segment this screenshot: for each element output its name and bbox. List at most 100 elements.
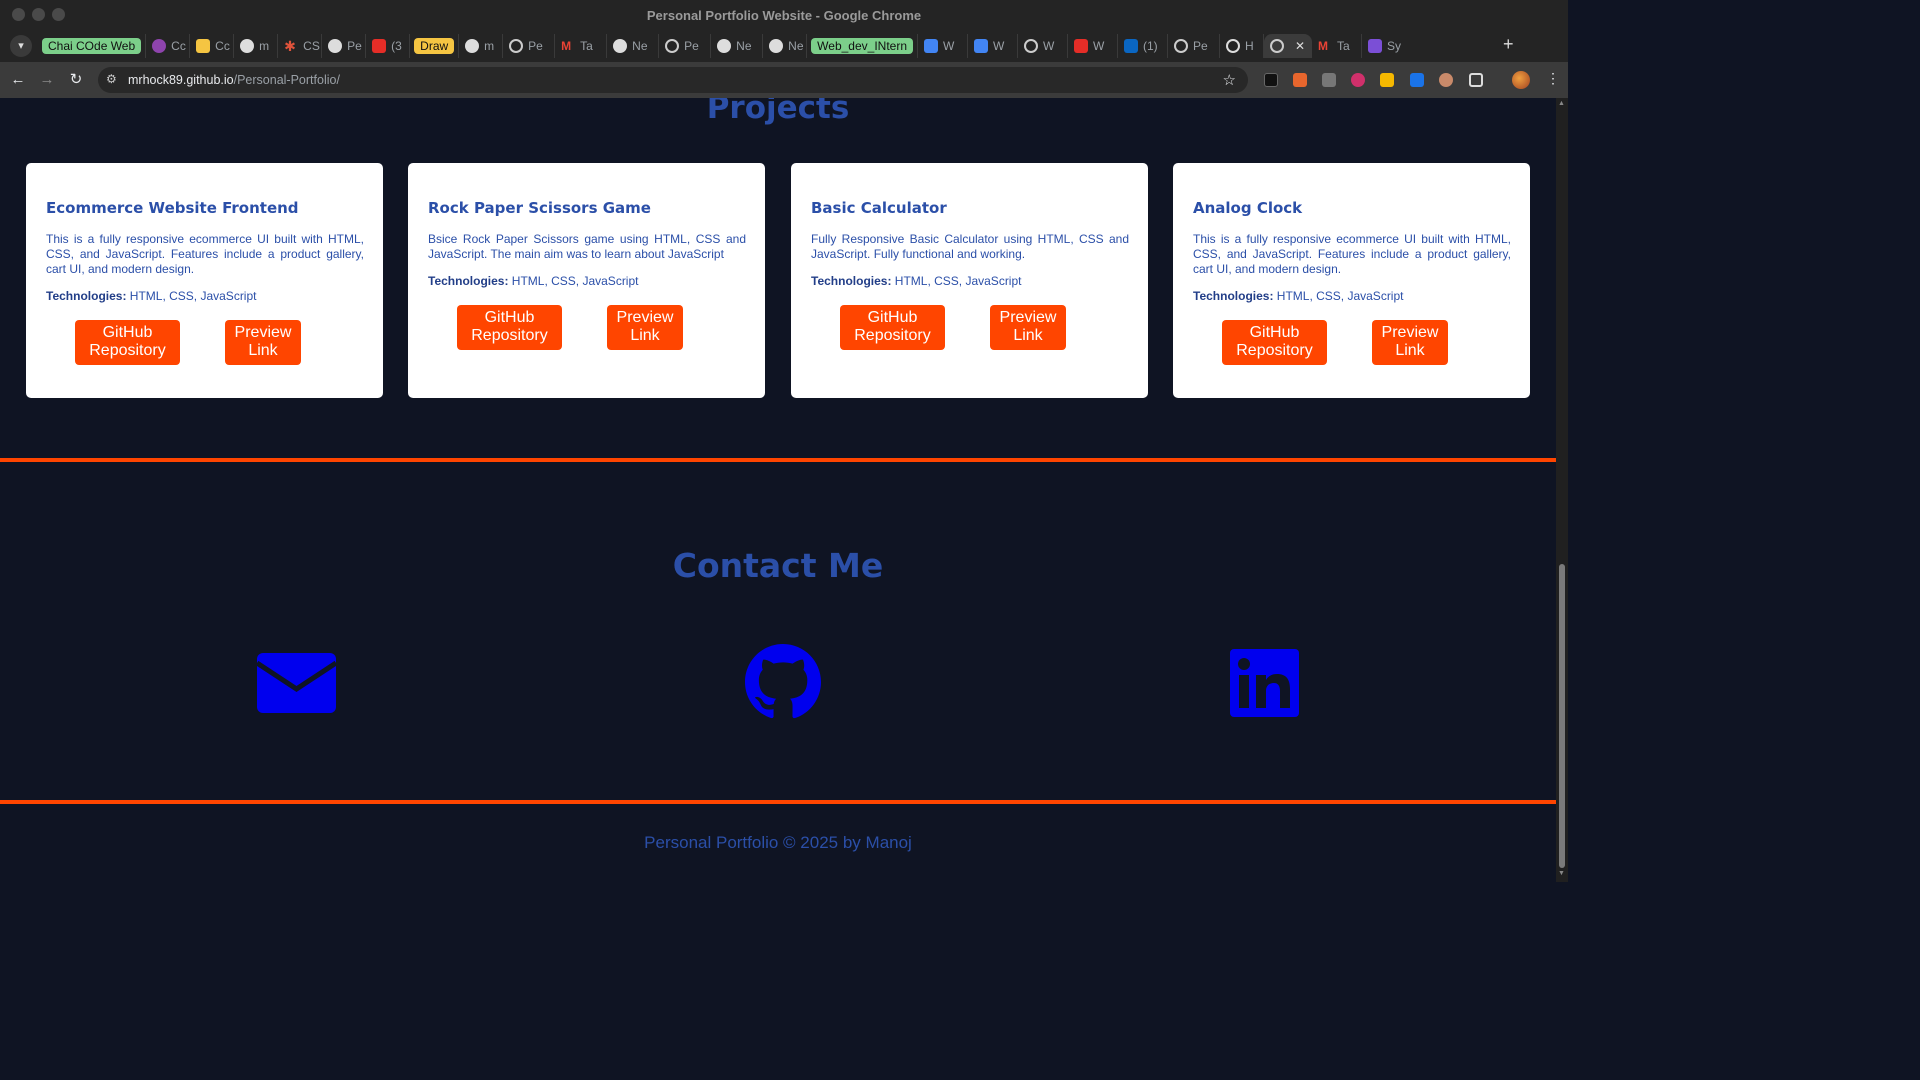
tab-strip: ▾ Chai COde Web Cc Cc m ✱ CS Pe (3 Draw m… [0,30,1568,62]
scroll-down-icon[interactable]: ▼ [1558,870,1565,877]
asterisk-icon: ✱ [284,38,296,54]
envelope-icon[interactable] [255,653,338,718]
footer-divider [0,800,1556,804]
tab[interactable]: Cc [146,34,191,58]
circle-icon [1226,39,1241,53]
github-repository-button[interactable]: GitHub Repository [457,305,562,350]
globe-icon [1024,39,1039,53]
github-icon [465,39,480,53]
youtube-icon [372,39,387,53]
project-card: Basic Calculator Fully Responsive Basic … [791,163,1148,398]
tab[interactable]: m [234,34,279,58]
tab[interactable]: Ne [607,34,660,58]
globe-icon [509,39,524,53]
gmail-icon: M [1318,39,1329,53]
tab-search-button[interactable]: ▾ [10,35,32,57]
preview-link-button[interactable]: Preview Link [225,320,301,365]
gmail-icon: M [561,39,572,53]
scroll-up-icon[interactable]: ▲ [1558,100,1565,107]
project-description: This is a fully responsive ecommerce UI … [46,232,364,276]
github-repository-button[interactable]: GitHub Repository [1222,320,1327,365]
tab[interactable]: Pe [322,34,367,58]
project-technologies: Technologies: HTML, CSS, JavaScript [1193,289,1404,303]
github-icon[interactable] [745,644,821,725]
profile-avatar[interactable] [1512,71,1530,89]
docs-icon [924,39,939,53]
docs-icon [974,39,989,53]
chrome-icon [717,39,732,53]
more-menu-icon[interactable]: ⋮ [1546,70,1560,87]
tab[interactable]: W [1018,34,1069,58]
tab[interactable]: M Ta [1312,34,1363,58]
tab-list: Chai COde Web Cc Cc m ✱ CS Pe (3 Draw m P… [38,34,1408,58]
window-title: Personal Portfolio Website - Google Chro… [646,8,922,23]
project-title: Analog Clock [1193,199,1303,217]
github-icon [328,39,343,53]
tab[interactable]: W [918,34,969,58]
github-repository-button[interactable]: GitHub Repository [840,305,945,350]
tab[interactable]: (1) [1118,34,1169,58]
extension-icon[interactable] [1410,73,1424,87]
tab[interactable]: Pe [503,34,556,58]
tab[interactable]: (3 [366,34,411,58]
address-bar[interactable]: ⚙ mrhock89.github.io/Personal-Portfolio/… [98,67,1248,93]
purple-circle-icon [152,39,167,53]
project-description: This is a fully responsive ecommerce UI … [1193,232,1511,276]
tab-active[interactable]: ✕ [1264,34,1313,58]
youtube-icon [1074,39,1089,53]
extension-icon[interactable] [1264,73,1278,87]
site-info-icon[interactable]: ⚙ [106,72,117,86]
github-repository-button[interactable]: GitHub Repository [75,320,180,365]
section-divider [0,458,1556,462]
puzzle-extensions-icon[interactable] [1469,73,1483,87]
browser-toolbar: ← → ↻ ⚙ mrhock89.github.io/Personal-Port… [0,62,1568,98]
tab[interactable]: Ne [711,34,764,58]
tab[interactable]: W [1068,34,1119,58]
extension-icon[interactable] [1380,73,1394,87]
tab[interactable]: M Ta [555,34,608,58]
preview-link-button[interactable]: Preview Link [607,305,683,350]
tab-group-web-dev-intern[interactable]: Web_dev_INtern [807,34,919,58]
extension-icon[interactable] [1293,73,1307,87]
extension-icon[interactable] [1322,73,1336,87]
tab[interactable]: m [459,34,504,58]
chrome-icon [769,39,784,53]
project-title: Basic Calculator [811,199,947,217]
forward-arrow-icon[interactable]: → [37,70,57,90]
project-technologies: Technologies: HTML, CSS, JavaScript [811,274,1022,288]
tab[interactable]: Sy [1362,34,1408,58]
tab[interactable]: Cc [190,34,235,58]
page-scrollbar[interactable]: ▲ ▼ [1556,98,1568,882]
bookmark-star-icon[interactable]: ☆ [1223,71,1236,89]
close-tab-icon[interactable]: ✕ [1295,39,1305,53]
project-technologies: Technologies: HTML, CSS, JavaScript [428,274,639,288]
chrome-icon [613,39,628,53]
url-text[interactable]: mrhock89.github.io/Personal-Portfolio/ [128,73,340,87]
tab[interactable]: H [1220,34,1265,58]
linkedin-icon[interactable] [1230,649,1299,722]
tab[interactable]: ✱ CS [278,34,323,58]
tab[interactable]: Pe [1168,34,1221,58]
tab-group-draw[interactable]: Draw [410,34,460,58]
new-tab-button[interactable]: + [1503,34,1514,55]
extension-icon[interactable] [1351,73,1365,87]
reload-icon[interactable]: ↻ [66,70,86,90]
preview-link-button[interactable]: Preview Link [1372,320,1448,365]
project-technologies: Technologies: HTML, CSS, JavaScript [46,289,257,303]
project-title: Rock Paper Scissors Game [428,199,651,217]
linkedin-icon [1124,39,1139,53]
openai-icon [1174,39,1189,53]
extension-icon[interactable] [1439,73,1453,87]
github-icon [240,39,255,53]
globe-icon [1270,39,1285,53]
window-titlebar: Personal Portfolio Website - Google Chro… [0,0,1568,30]
project-title: Ecommerce Website Frontend [46,199,299,217]
tab[interactable]: Pe [659,34,712,58]
tab[interactable]: Ne [763,34,808,58]
purple-list-icon [1368,39,1383,53]
tab[interactable]: W [968,34,1019,58]
tab-group-chai-code[interactable]: Chai COde Web [38,34,147,58]
scrollbar-thumb[interactable] [1559,564,1565,868]
preview-link-button[interactable]: Preview Link [990,305,1066,350]
back-arrow-icon[interactable]: ← [8,70,28,90]
